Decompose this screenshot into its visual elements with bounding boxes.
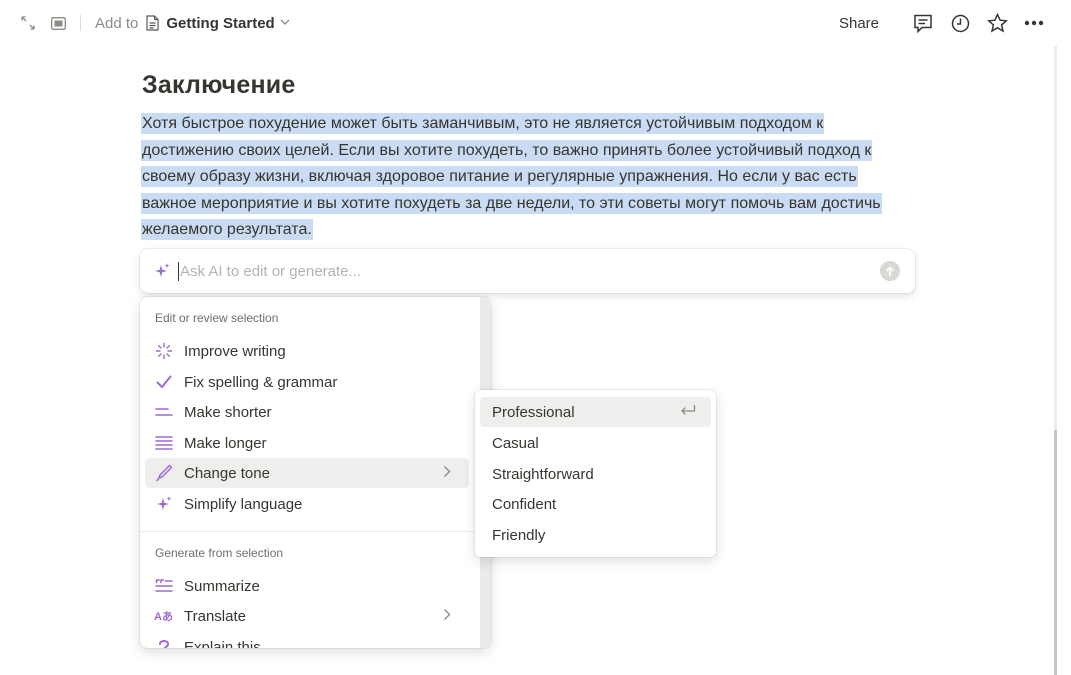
top-bar: Add to Getting Started Share	[0, 0, 1071, 46]
menu-item-label: Translate	[184, 607, 246, 625]
menu-item-translate[interactable]: Aあ Translate	[145, 601, 469, 631]
menu-item-label: Improve writing	[184, 342, 286, 360]
clock-icon[interactable]	[949, 12, 971, 34]
menu-item-label: Summarize	[184, 577, 260, 595]
page-breadcrumb[interactable]: Getting Started	[166, 15, 274, 32]
menu-item-label: Explain this	[184, 638, 261, 649]
check-icon	[154, 372, 174, 392]
share-button[interactable]: Share	[839, 15, 879, 32]
translate-icon: Aあ	[154, 606, 174, 626]
menu-section-generate: Generate from selection	[155, 546, 284, 560]
short-lines-icon	[154, 402, 174, 422]
chevron-right-icon	[443, 465, 451, 481]
tone-option-label: Confident	[492, 495, 557, 513]
enter-key-icon	[680, 404, 696, 423]
ai-actions-menu: Edit or review selection Improve writing…	[140, 297, 491, 648]
add-to-label: Add to	[95, 14, 139, 32]
menu-item-label: Change tone	[184, 464, 270, 482]
menu-item-change-tone[interactable]: Change tone	[145, 458, 469, 488]
top-bar-right: Share	[839, 11, 1045, 35]
sidebar-icon[interactable]	[50, 15, 66, 31]
menu-item-label: Make shorter	[184, 403, 272, 421]
ai-sparkle-icon	[153, 262, 171, 280]
send-arrow-icon[interactable]	[880, 261, 900, 281]
tone-option-label: Casual	[492, 434, 539, 452]
sparkle-icon	[154, 494, 174, 514]
page-doc-icon	[146, 15, 160, 31]
menu-item-make-longer[interactable]: Make longer	[145, 428, 469, 458]
long-lines-icon	[154, 433, 174, 453]
chevron-right-icon	[443, 608, 451, 624]
menu-item-explain-this[interactable]: Explain this	[145, 632, 469, 648]
text-cursor	[178, 262, 179, 281]
menu-divider	[140, 531, 480, 532]
expand-icon[interactable]	[20, 15, 36, 31]
menu-item-fix-spelling[interactable]: Fix spelling & grammar	[145, 367, 469, 397]
question-icon	[154, 637, 174, 648]
top-bar-left: Add to Getting Started	[20, 12, 290, 34]
ai-prompt-bar	[140, 249, 915, 293]
tone-option-casual[interactable]: Casual	[480, 428, 711, 458]
menu-item-label: Make longer	[184, 434, 267, 452]
menu-item-improve-writing[interactable]: Improve writing	[145, 336, 469, 366]
menu-item-label: Fix spelling & grammar	[184, 373, 338, 391]
selected-paragraph[interactable]: Хотя быстрое похудение может быть заманч…	[141, 111, 911, 244]
tone-option-straightforward[interactable]: Straightforward	[480, 459, 711, 489]
tone-option-label: Straightforward	[492, 465, 594, 483]
toolbar-divider	[80, 15, 81, 31]
tone-option-label: Friendly	[492, 526, 546, 544]
menu-item-make-shorter[interactable]: Make shorter	[145, 397, 469, 427]
menu-item-summarize[interactable]: Summarize	[145, 571, 469, 601]
menu-item-simplify-language[interactable]: Simplify language	[145, 489, 469, 519]
more-icon[interactable]	[1023, 12, 1045, 34]
paragraph-text: Хотя быстрое похудение может быть заманч…	[141, 113, 882, 240]
tone-option-friendly[interactable]: Friendly	[480, 520, 711, 550]
svg-text:Aあ: Aあ	[154, 610, 173, 623]
summary-icon	[154, 576, 174, 596]
menu-item-label: Simplify language	[184, 495, 303, 513]
page-scrollbar-thumb[interactable]	[1054, 430, 1057, 675]
change-tone-submenu: Professional Casual Straightforward Conf…	[475, 390, 716, 557]
comment-icon[interactable]	[912, 12, 934, 34]
tone-option-professional[interactable]: Professional	[480, 397, 711, 427]
star-icon[interactable]	[986, 12, 1008, 34]
sparkle-burst-icon	[154, 341, 174, 361]
ai-prompt-input[interactable]	[180, 259, 860, 283]
section-heading: Заключение	[142, 71, 296, 99]
chevron-down-icon[interactable]	[280, 17, 290, 29]
tone-option-label: Professional	[492, 403, 575, 421]
pen-icon	[154, 463, 174, 483]
menu-section-edit: Edit or review selection	[155, 311, 279, 325]
tone-option-confident[interactable]: Confident	[480, 489, 711, 519]
